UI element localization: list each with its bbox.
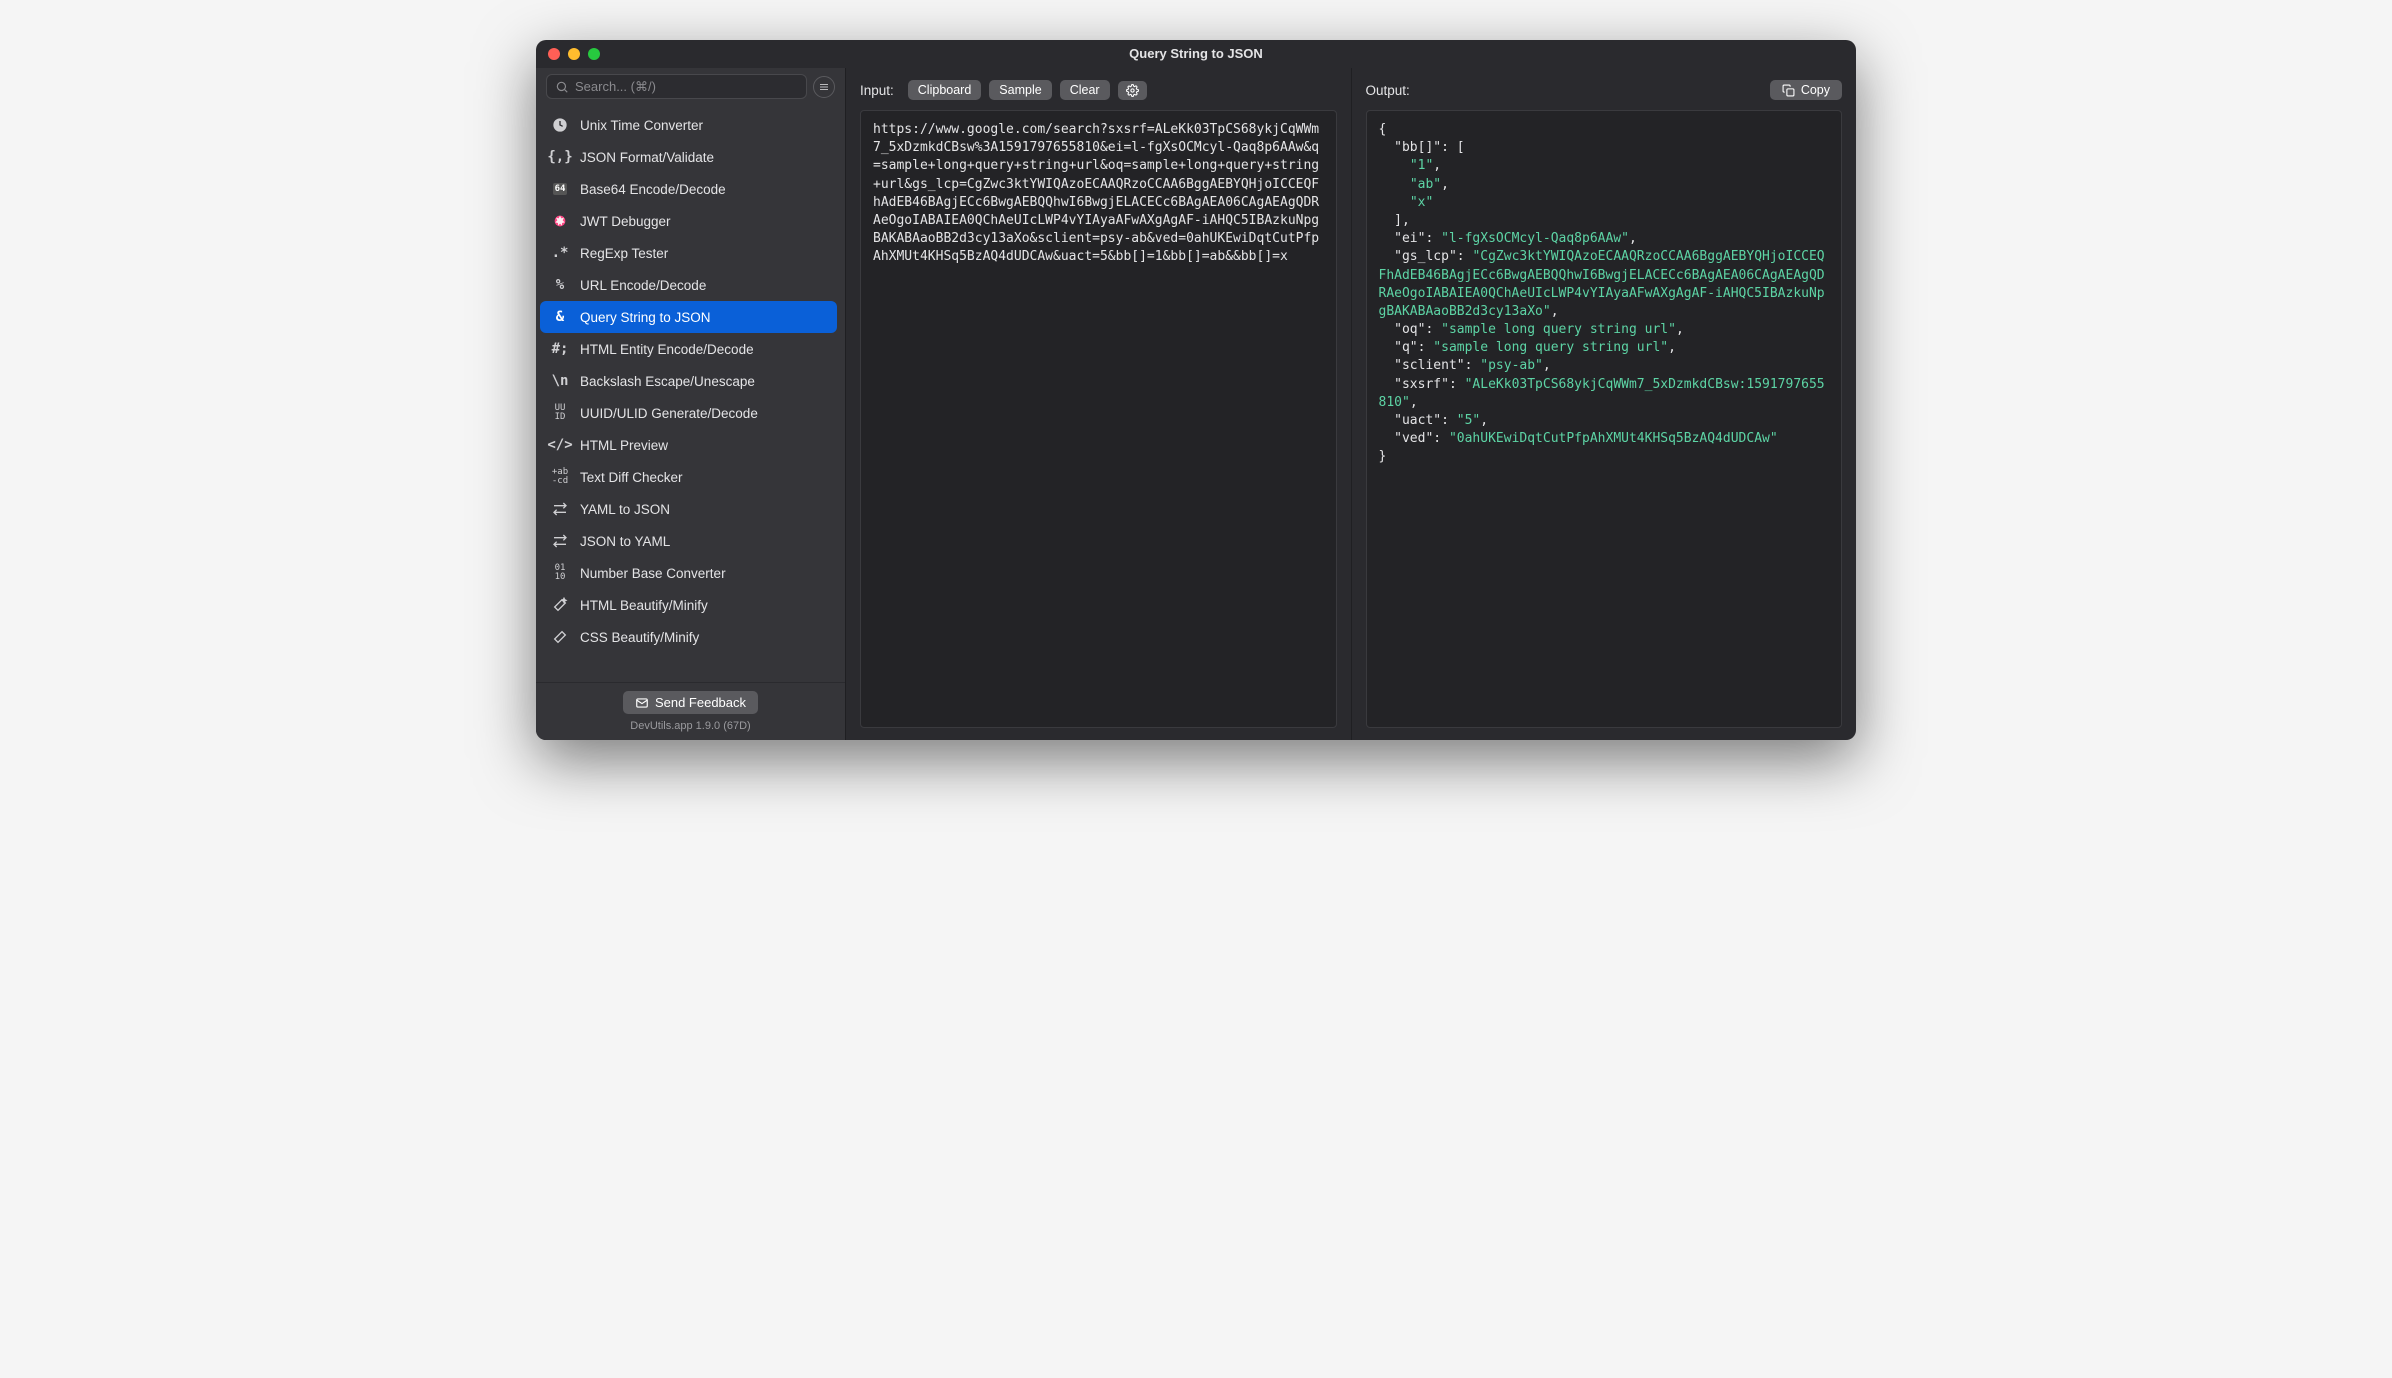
- sidebar-item-regexp-tester[interactable]: .* RegExp Tester: [540, 237, 837, 269]
- sidebar-item-label: RegExp Tester: [580, 246, 668, 261]
- sidebar-item-yaml-to-json[interactable]: YAML to JSON: [540, 493, 837, 525]
- percent-icon: %: [550, 275, 570, 295]
- hash-icon: #;: [550, 339, 570, 359]
- clock-icon: [550, 115, 570, 135]
- search-input[interactable]: [575, 79, 798, 94]
- search-box[interactable]: [546, 74, 807, 99]
- minimize-button[interactable]: [568, 48, 580, 60]
- gear-icon: [1126, 84, 1139, 97]
- clipboard-button[interactable]: Clipboard: [908, 80, 982, 100]
- sidebar-item-html-preview[interactable]: </> HTML Preview: [540, 429, 837, 461]
- settings-button[interactable]: [1118, 81, 1147, 100]
- tag-icon: </>: [550, 435, 570, 455]
- traffic-lights: [548, 48, 600, 60]
- wand-icon: [550, 595, 570, 615]
- sidebar-item-label: HTML Entity Encode/Decode: [580, 342, 754, 357]
- clear-button[interactable]: Clear: [1060, 80, 1110, 100]
- sidebar-item-label: Backslash Escape/Unescape: [580, 374, 755, 389]
- sidebar-item-label: Base64 Encode/Decode: [580, 182, 726, 197]
- search-icon: [555, 80, 569, 94]
- sidebar-item-label: Text Diff Checker: [580, 470, 683, 485]
- sidebar-item-url-encode-decode[interactable]: % URL Encode/Decode: [540, 269, 837, 301]
- sidebar-item-unix-time-converter[interactable]: Unix Time Converter: [540, 109, 837, 141]
- sidebar-item-label: HTML Preview: [580, 438, 668, 453]
- sidebar-item-label: UUID/ULID Generate/Decode: [580, 406, 758, 421]
- send-feedback-button[interactable]: Send Feedback: [623, 691, 758, 714]
- sidebar-item-text-diff-checker[interactable]: +ab-cd Text Diff Checker: [540, 461, 837, 493]
- output-label: Output:: [1366, 83, 1410, 98]
- sidebar-item-uuid-ulid-generate-decode[interactable]: UUID UUID/ULID Generate/Decode: [540, 397, 837, 429]
- close-button[interactable]: [548, 48, 560, 60]
- sidebar-item-label: JWT Debugger: [580, 214, 671, 229]
- zoom-button[interactable]: [588, 48, 600, 60]
- sidebar-item-jwt-debugger[interactable]: JWT Debugger: [540, 205, 837, 237]
- sidebar-item-css-beautify-minify[interactable]: CSS Beautify/Minify: [540, 621, 837, 653]
- sidebar-item-backslash-escape-unescape[interactable]: \n Backslash Escape/Unescape: [540, 365, 837, 397]
- bits-icon: 0110: [550, 563, 570, 583]
- sidebar-item-label: URL Encode/Decode: [580, 278, 706, 293]
- output-pane: Output: Copy { "bb[]": [ "1", "ab", "x" …: [1351, 68, 1857, 740]
- sidebar-item-label: Query String to JSON: [580, 310, 711, 325]
- b64-icon: 64: [550, 179, 570, 199]
- copy-button[interactable]: Copy: [1770, 80, 1842, 100]
- copy-icon: [1782, 84, 1795, 97]
- input-pane: Input: Clipboard Sample Clear https://ww…: [846, 68, 1351, 740]
- copy-label: Copy: [1801, 83, 1830, 97]
- amp-icon: &: [550, 307, 570, 327]
- textdiff-icon: +ab-cd: [550, 467, 570, 487]
- sidebar-item-label: CSS Beautify/Minify: [580, 630, 699, 645]
- sidebar-item-html-entity-encode-decode[interactable]: #; HTML Entity Encode/Decode: [540, 333, 837, 365]
- sidebar-item-json-to-yaml[interactable]: JSON to YAML: [540, 525, 837, 557]
- sidebar-item-html-beautify-minify[interactable]: HTML Beautify/Minify: [540, 589, 837, 621]
- feedback-label: Send Feedback: [655, 695, 746, 710]
- uuid-icon: UUID: [550, 403, 570, 423]
- regex-icon: .*: [550, 243, 570, 263]
- sidebar-item-json-format-validate[interactable]: {,} JSON Format/Validate: [540, 141, 837, 173]
- braces-icon: {,}: [550, 147, 570, 167]
- input-label: Input:: [860, 83, 894, 98]
- sidebar: Unix Time Converter {,} JSON Format/Valida…: [536, 68, 846, 740]
- sidebar-item-base64-encode-decode[interactable]: 64 Base64 Encode/Decode: [540, 173, 837, 205]
- sidebar-item-label: Number Base Converter: [580, 566, 726, 581]
- swap-icon: [550, 531, 570, 551]
- sidebar-item-number-base-converter[interactable]: 0110 Number Base Converter: [540, 557, 837, 589]
- app-window: Query String to JSON Unix Time Converter…: [536, 40, 1856, 740]
- mail-icon: [635, 696, 649, 710]
- window-title: Query String to JSON: [1129, 46, 1263, 61]
- titlebar: Query String to JSON: [536, 40, 1856, 68]
- tool-list[interactable]: Unix Time Converter {,} JSON Format/Valida…: [536, 105, 845, 682]
- sidebar-item-label: JSON Format/Validate: [580, 150, 714, 165]
- sidebar-item-label: Unix Time Converter: [580, 118, 703, 133]
- input-textarea[interactable]: https://www.google.com/search?sxsrf=ALeK…: [860, 110, 1337, 728]
- sidebar-item-label: YAML to JSON: [580, 502, 670, 517]
- sidebar-item-query-string-to-json[interactable]: &Query String to JSON: [540, 301, 837, 333]
- output-textarea[interactable]: { "bb[]": [ "1", "ab", "x" ], "ei": "l-f…: [1366, 110, 1843, 728]
- wand2-icon: [550, 627, 570, 647]
- sample-button[interactable]: Sample: [989, 80, 1051, 100]
- bslash-icon: \n: [550, 371, 570, 391]
- sidebar-menu-button[interactable]: [813, 76, 835, 98]
- app-version: DevUtils.app 1.9.0 (67D): [630, 720, 750, 732]
- swap-icon: [550, 499, 570, 519]
- sidebar-item-label: JSON to YAML: [580, 534, 670, 549]
- sidebar-item-label: HTML Beautify/Minify: [580, 598, 708, 613]
- jwt-icon: [550, 211, 570, 231]
